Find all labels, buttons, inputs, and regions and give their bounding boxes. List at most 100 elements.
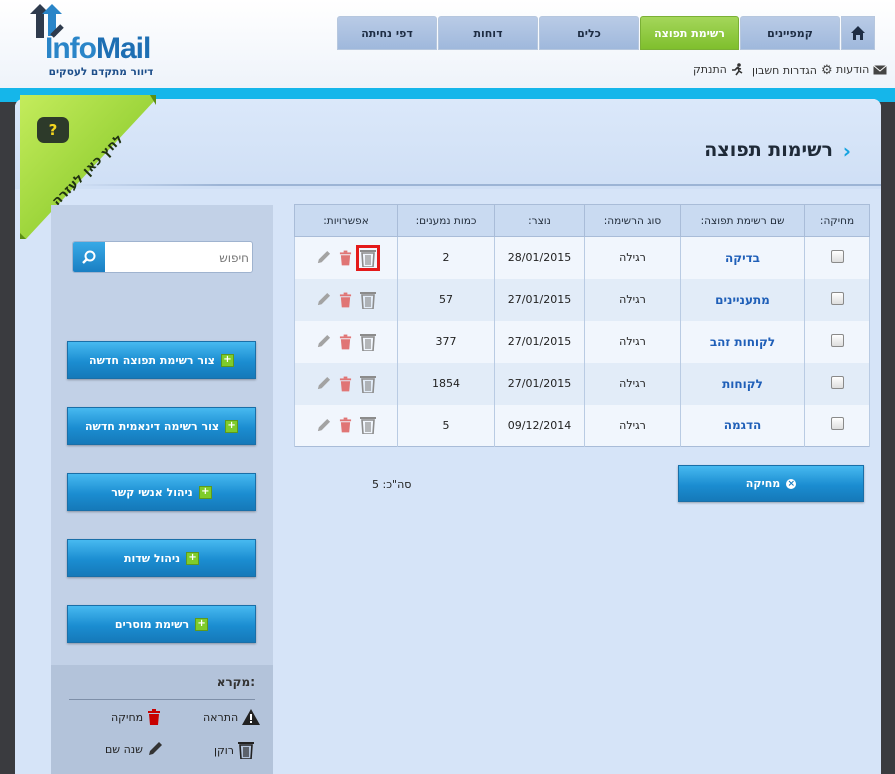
cell-recipient-count: 377 [397, 320, 495, 363]
legend: מקרא: מחיקה התראה שנה שם רוקן [51, 665, 273, 774]
rename-pencil-icon[interactable] [316, 292, 331, 307]
select-checkbox[interactable] [830, 249, 844, 263]
header-created[interactable]: נוצר: [494, 204, 585, 237]
header-recipient-count[interactable]: כמות נמענים: [397, 204, 495, 237]
cell-options [294, 362, 398, 405]
delete-list-icon[interactable] [339, 334, 352, 350]
row-options [296, 375, 396, 393]
legend-item-rename: שנה שם [105, 741, 163, 757]
row-options [296, 244, 396, 271]
empty-list-icon[interactable] [356, 244, 380, 271]
messages-link[interactable]: הודעות [836, 63, 888, 76]
cell-created: 28/01/2015 [494, 236, 585, 279]
button-label: ניהול אנשי קשר [111, 485, 193, 499]
list-name-link[interactable]: לקוחות [722, 377, 763, 391]
manage-contacts-button[interactable]: + ניהול אנשי קשר [67, 473, 256, 511]
title-divider [55, 184, 881, 186]
tab-reports[interactable]: דוחות [438, 16, 538, 50]
delete-list-icon[interactable] [339, 292, 352, 308]
unsubscribed-list-button[interactable]: + רשימת מוסרים [67, 605, 256, 643]
cell-created: 27/01/2015 [494, 362, 585, 405]
rename-pencil-icon[interactable] [316, 418, 331, 433]
legend-divider [69, 699, 255, 700]
button-label: צור רשימת תפוצה חדשה [89, 353, 215, 367]
tab-campaigns[interactable]: קמפיינים [740, 16, 840, 50]
cell-recipient-count: 1854 [397, 362, 495, 405]
search-input[interactable] [107, 246, 251, 270]
legend-item-empty: רוקן [214, 741, 255, 759]
delete-list-icon[interactable] [339, 250, 352, 266]
cell-select [804, 404, 870, 447]
header-list-type[interactable]: סוג הרשימה: [584, 204, 681, 237]
header: InfoMail דיוור מתקדם לעסקים קמפיינים רשי… [0, 0, 895, 88]
cell-list-type: רגילה [584, 362, 681, 405]
button-label: רשימת מוסרים [114, 617, 190, 631]
search-button[interactable] [73, 242, 105, 272]
cell-recipient-count: 5 [397, 404, 495, 447]
empty-list-icon[interactable] [360, 416, 376, 435]
rename-pencil-icon[interactable] [316, 376, 331, 391]
rename-pencil-icon[interactable] [316, 250, 331, 265]
tab-label: דפי נחיתה [361, 26, 413, 40]
tab-label: קמפיינים [767, 26, 813, 40]
chevron-right-icon: › [842, 139, 851, 163]
manage-fields-button[interactable]: + ניהול שדות [67, 539, 256, 577]
cell-list-name: לקוחות [680, 362, 805, 405]
infomail-logo[interactable]: InfoMail דיוור מתקדם לעסקים [28, 2, 163, 82]
delete-list-icon[interactable] [339, 417, 352, 433]
cell-created: 27/01/2015 [494, 320, 585, 363]
empty-list-icon[interactable] [360, 291, 376, 309]
empty-bin-icon [238, 742, 255, 759]
tab-landing-pages[interactable]: דפי נחיתה [337, 16, 437, 50]
row-options [296, 291, 396, 309]
logo-tagline: דיוור מתקדם לעסקים [48, 66, 154, 78]
rename-pencil-icon[interactable] [316, 334, 331, 349]
legend-label: שנה שם [105, 742, 143, 756]
home-button[interactable] [841, 16, 875, 50]
plus-icon: + [198, 485, 212, 499]
cell-options [294, 320, 398, 363]
legend-label: התראה [203, 710, 239, 724]
cell-recipient-count: 2 [397, 236, 495, 279]
list-name-link[interactable]: מתעניינים [715, 293, 770, 307]
gear-icon: ⚙ [821, 63, 833, 78]
legend-item-delete: מחיקה [111, 709, 161, 725]
cell-options [294, 278, 398, 321]
cell-list-name: הדגמה [680, 404, 805, 447]
tab-mailing-lists[interactable]: רשימת תפוצה [640, 16, 739, 50]
logo-wordmark: InfoMail [45, 32, 151, 65]
delete-list-icon[interactable] [339, 376, 352, 392]
account-settings-link[interactable]: הגדרות חשבון ⚙ [752, 63, 833, 78]
tab-label: דוחות [473, 26, 503, 40]
select-checkbox[interactable] [830, 333, 844, 347]
warning-icon [242, 709, 261, 725]
select-checkbox[interactable] [830, 291, 844, 305]
cell-options [294, 236, 398, 279]
empty-list-icon[interactable] [360, 333, 376, 351]
empty-list-icon[interactable] [360, 375, 376, 393]
messages-label: הודעות [836, 63, 870, 76]
logout-label: התנתק [693, 63, 727, 76]
cell-list-name: לקוחות זהב [680, 320, 805, 363]
header-list-name[interactable]: שם רשימת תפוצה: [680, 204, 805, 237]
tab-label: רשימת תפוצה [654, 26, 725, 40]
create-dynamic-list-button[interactable]: + צור רשימה דינאמית חדשה [67, 407, 256, 445]
cell-list-type: רגילה [584, 236, 681, 279]
select-checkbox[interactable] [830, 417, 844, 431]
legend-label: רוקן [214, 743, 235, 757]
cell-created: 27/01/2015 [494, 278, 585, 321]
cell-recipient-count: 57 [397, 278, 495, 321]
tab-tools[interactable]: כלים [539, 16, 639, 50]
logout-link[interactable]: התנתק [693, 63, 743, 76]
select-checkbox[interactable] [830, 375, 844, 389]
create-mailing-list-button[interactable]: + צור רשימת תפוצה חדשה [67, 341, 256, 379]
help-bubble-icon: ? [37, 117, 69, 143]
cell-select [804, 362, 870, 405]
list-name-link[interactable]: הדגמה [724, 418, 762, 432]
list-name-link[interactable]: לקוחות זהב [710, 335, 775, 349]
cell-list-type: רגילה [584, 320, 681, 363]
button-label: מחיקה [745, 477, 781, 490]
delete-selected-button[interactable]: × מחיקה [678, 465, 864, 502]
list-name-link[interactable]: בדיקה [725, 251, 760, 265]
plus-icon: + [225, 419, 239, 433]
